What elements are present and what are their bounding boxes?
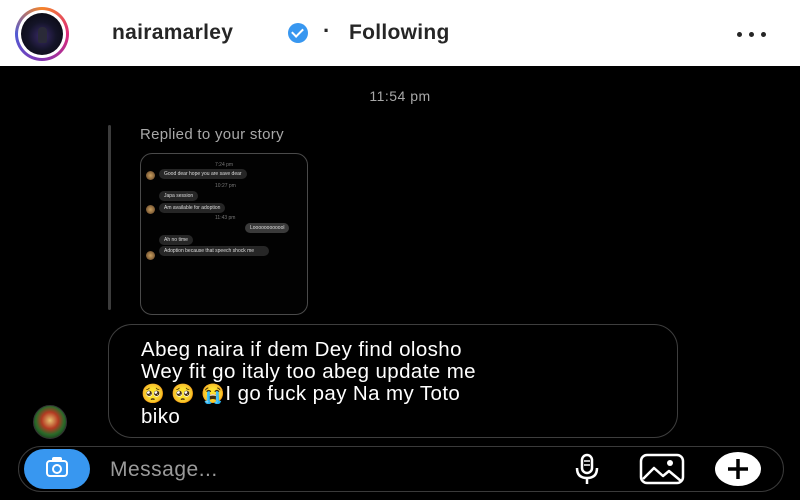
story-avatar <box>146 205 155 214</box>
gallery-icon[interactable] <box>639 453 685 485</box>
microphone-icon[interactable] <box>571 452 603 486</box>
pleading-face-emoji: 🥺 <box>171 384 196 405</box>
more-options-icon[interactable] <box>733 22 771 46</box>
verified-badge-icon <box>288 23 308 43</box>
story-message: Adoption because that speech shock me <box>159 246 269 256</box>
story-message: Am available for adoption <box>159 203 226 213</box>
message-line: 🥺 🥺 😭I go fuck pay Na my Toto <box>141 383 661 406</box>
story-message: Good dear hope you are save dear <box>159 169 247 179</box>
crying-face-emoji: 😭 <box>201 384 226 405</box>
message-line: Wey fit go italy too abeg update me <box>141 360 476 383</box>
story-preview[interactable]: 7:24 pm Good dear hope you are save dear… <box>140 153 308 315</box>
story-time: 11:43 pm <box>215 215 236 221</box>
profile-avatar[interactable] <box>15 7 69 61</box>
message-line: Abeg naira if dem Dey find olosho <box>141 338 462 361</box>
message-line: biko <box>141 405 181 428</box>
message-bubble[interactable]: Abeg naira if dem Dey find olosho Wey fi… <box>108 324 678 438</box>
camera-button[interactable] <box>24 449 90 489</box>
message-text: Abeg naira if dem Dey find olosho Wey fi… <box>141 339 661 428</box>
message-timestamp: 11:54 pm <box>369 88 431 104</box>
message-fragment: I go fuck pay Na my Toto <box>225 382 461 405</box>
sender-avatar[interactable] <box>33 405 67 439</box>
following-button[interactable]: Following <box>349 21 450 45</box>
chat-header: nairamarley · Following <box>0 0 800 66</box>
story-avatar <box>146 171 155 180</box>
pleading-face-emoji: 🥺 <box>141 384 166 405</box>
username[interactable]: nairamarley <box>112 21 233 45</box>
story-message: Ah no time <box>159 235 193 245</box>
story-time: 7:24 pm <box>215 162 234 168</box>
message-input[interactable] <box>108 455 532 485</box>
story-time: 10:27 pm <box>215 183 236 189</box>
story-avatar <box>146 251 155 260</box>
story-message: Japa session <box>159 191 199 201</box>
separator-dot: · <box>323 18 331 43</box>
replied-to-story-label: Replied to your story <box>140 126 284 143</box>
reply-indicator-bar <box>108 125 111 310</box>
plus-icon[interactable] <box>714 451 762 487</box>
story-message: Loooooooooool <box>245 223 290 233</box>
